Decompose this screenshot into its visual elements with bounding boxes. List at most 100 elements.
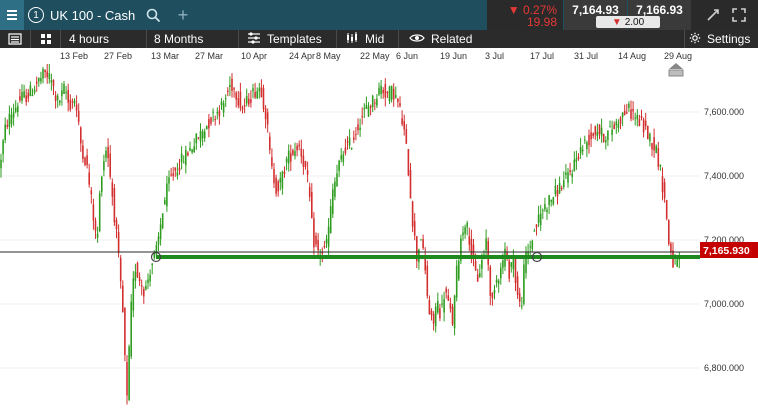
candle-body — [199, 130, 202, 142]
candle-body — [29, 85, 32, 96]
candle-body — [575, 158, 578, 162]
candle-body — [128, 346, 130, 400]
candle-body — [550, 199, 552, 202]
candle-body — [556, 190, 559, 197]
candle-body — [632, 108, 634, 112]
search-icon[interactable] — [142, 0, 164, 30]
candle-body — [311, 191, 313, 219]
candle-body — [77, 110, 80, 123]
candle-body — [495, 279, 498, 283]
candle-body — [642, 119, 645, 133]
candle-body — [615, 121, 618, 126]
candle-body — [275, 177, 277, 194]
candle-body — [422, 239, 424, 249]
plus-icon[interactable]: + — [172, 0, 194, 30]
menu-icon[interactable] — [0, 30, 30, 48]
candle-body — [428, 299, 431, 315]
down-triangle-icon: ▼ — [507, 3, 520, 17]
candles-icon — [345, 31, 359, 47]
candle-body — [279, 177, 282, 183]
candle-body — [80, 127, 82, 144]
candle-body — [73, 100, 76, 104]
candle-body — [605, 140, 607, 143]
candle-body — [359, 127, 361, 131]
candle-body — [203, 131, 206, 139]
candle-body — [638, 119, 641, 127]
grid-layout-icon[interactable] — [30, 30, 61, 48]
instrument-selector[interactable]: 1 UK 100 - Cash — [28, 0, 135, 30]
candle-body — [628, 103, 630, 108]
candle-body — [182, 162, 185, 164]
candle-body — [63, 83, 65, 94]
candle-body — [590, 132, 592, 140]
candle-body — [220, 101, 223, 106]
y-axis-label: 7,400.000 — [704, 171, 744, 181]
candle-body — [10, 114, 13, 125]
candle-body — [17, 106, 19, 113]
candle-body — [327, 226, 330, 247]
price-type-selector[interactable]: Mid — [336, 30, 399, 48]
candle-body — [27, 92, 30, 99]
candle-body — [462, 232, 464, 236]
candle-body — [334, 181, 336, 197]
related-button[interactable]: Related — [398, 30, 483, 48]
candle-body — [296, 145, 298, 151]
x-axis-label: 10 Apr — [241, 51, 268, 61]
candle-body — [336, 173, 338, 187]
candle-body — [122, 285, 124, 312]
candle-body — [0, 159, 2, 169]
candle-body — [75, 104, 78, 111]
candle-body — [350, 148, 353, 150]
price-chart[interactable]: 7,600.0007,400.0007,200.0007,000.0006,80… — [0, 64, 758, 414]
candle-body — [367, 106, 370, 117]
candle-body — [46, 71, 48, 78]
candle-body — [283, 171, 286, 174]
candle-body — [489, 266, 492, 296]
candle-body — [441, 303, 443, 305]
instrument-header: 1 UK 100 - Cash + ▼ 0.27% 19.98 7,164.93… — [0, 0, 758, 30]
interval-selector[interactable]: 4 hours — [60, 30, 147, 48]
change-points: 19.98 — [526, 15, 557, 29]
range-selector[interactable]: 8 Months — [146, 30, 239, 48]
candle-body — [98, 193, 101, 231]
candle-body — [626, 112, 628, 114]
candle-body — [250, 99, 252, 103]
x-axis-label: 19 Jun — [440, 51, 468, 61]
candle-body — [252, 88, 254, 92]
scroll-to-latest-icon[interactable] — [668, 62, 684, 78]
templates-label: Templates — [267, 32, 322, 46]
candle-body — [35, 81, 38, 84]
candle-body — [338, 160, 340, 172]
candle-body — [103, 161, 105, 171]
templates-button[interactable]: Templates — [238, 30, 337, 48]
candle-body — [323, 245, 326, 248]
candle-body — [611, 129, 613, 135]
candle-body — [229, 84, 231, 87]
candle-body — [598, 124, 601, 135]
candle-body — [23, 91, 25, 98]
candle-body — [560, 187, 563, 189]
candle-body — [172, 173, 174, 176]
candle-body — [6, 124, 9, 127]
candle-body — [567, 172, 569, 183]
settings-button[interactable]: Settings — [684, 30, 758, 48]
candle-body — [332, 189, 334, 214]
candle-body — [476, 274, 479, 282]
candle-body — [124, 307, 126, 356]
candle-body — [544, 204, 546, 210]
candle-body — [224, 98, 227, 100]
candle-body — [269, 136, 271, 150]
window-controls — [691, 0, 758, 30]
candle-body — [602, 134, 605, 143]
candle-body — [180, 153, 183, 162]
candle-body — [348, 137, 351, 146]
candle-body — [432, 313, 435, 324]
expand-icon[interactable] — [730, 6, 748, 29]
candle-body — [12, 112, 15, 118]
hamburger-menu-icon[interactable] — [0, 0, 24, 30]
candle-body — [33, 89, 36, 93]
candle-body — [59, 100, 61, 103]
candle-body — [518, 293, 521, 302]
popout-icon[interactable] — [705, 7, 721, 28]
candle-body — [376, 98, 378, 106]
